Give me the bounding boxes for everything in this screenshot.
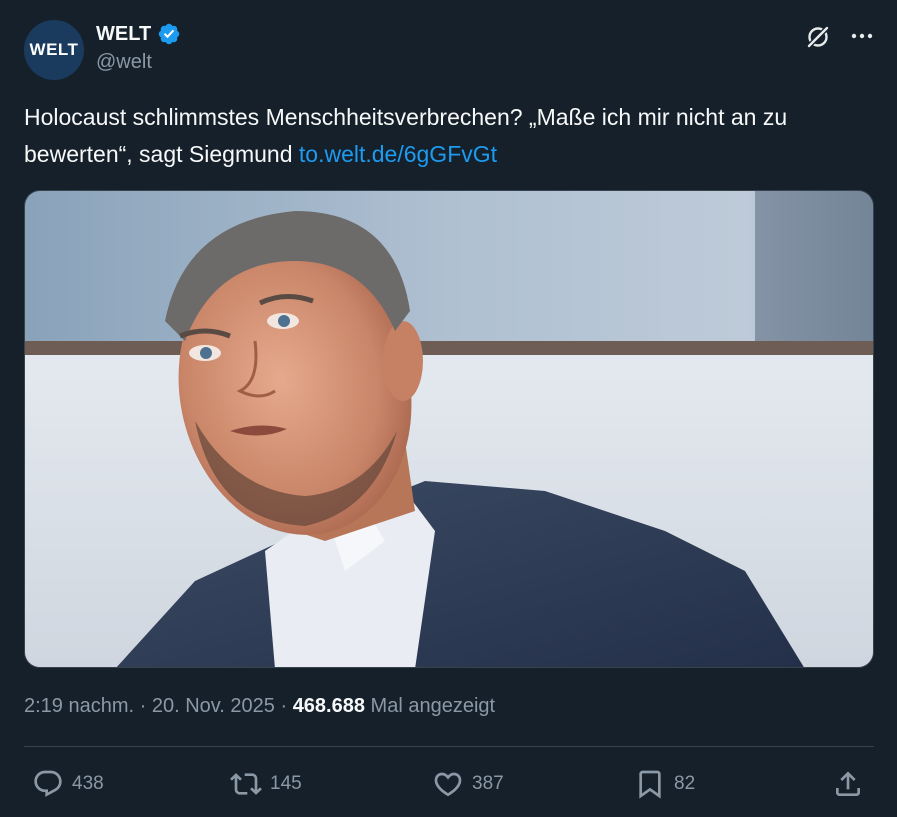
meta-separator: ·: [134, 695, 152, 717]
view-count: 468.688: [292, 695, 365, 717]
reply-icon: [34, 770, 62, 797]
bookmark-icon: [639, 770, 661, 799]
verified-badge-icon: [158, 23, 180, 45]
repost-button[interactable]: 145: [230, 764, 302, 804]
handle[interactable]: @welt: [96, 51, 181, 74]
views-label: Mal angezeigt: [364, 695, 496, 717]
reply-count: 438: [72, 773, 104, 794]
share-icon: [836, 771, 860, 796]
name-row: WELT: [96, 22, 181, 46]
tweet-time[interactable]: 2:19 nachm.: [24, 695, 134, 717]
tweet-link[interactable]: to.welt.de/6gGFvGt: [299, 141, 497, 167]
tweet-header: WELT WELT @welt: [24, 18, 875, 80]
tweet-photo[interactable]: [24, 190, 874, 668]
author-block: WELT @welt: [96, 22, 181, 74]
avatar[interactable]: WELT: [24, 20, 84, 80]
display-name[interactable]: WELT: [96, 23, 151, 46]
repost-count: 145: [270, 773, 302, 794]
photo-image: [25, 191, 873, 667]
tweet-text: Holocaust schlimmstes Menschheitsverbrec…: [24, 99, 874, 173]
heart-icon: [434, 772, 462, 797]
divider: [24, 746, 874, 747]
tweet-meta: 2:19 nachm. · 20. Nov. 2025 · 468.688 Ma…: [24, 695, 495, 718]
bookmark-button[interactable]: 82: [634, 764, 695, 804]
meta-separator: ·: [274, 695, 293, 717]
tweet-date[interactable]: 20. Nov. 2025: [152, 695, 275, 717]
like-count: 387: [472, 773, 504, 794]
bookmark-count: 82: [674, 773, 696, 794]
tweet: WELT WELT @welt Holocaust schlimmstes Me…: [0, 0, 897, 817]
avatar-text: WELT: [29, 40, 79, 59]
repost-icon: [230, 773, 262, 795]
share-button[interactable]: [832, 764, 864, 804]
like-button[interactable]: 387: [432, 764, 504, 804]
reply-button[interactable]: 438: [32, 764, 104, 804]
grok-icon[interactable]: [805, 24, 831, 50]
more-icon[interactable]: [849, 26, 875, 46]
action-bar: 438 145 387 82: [24, 764, 874, 804]
